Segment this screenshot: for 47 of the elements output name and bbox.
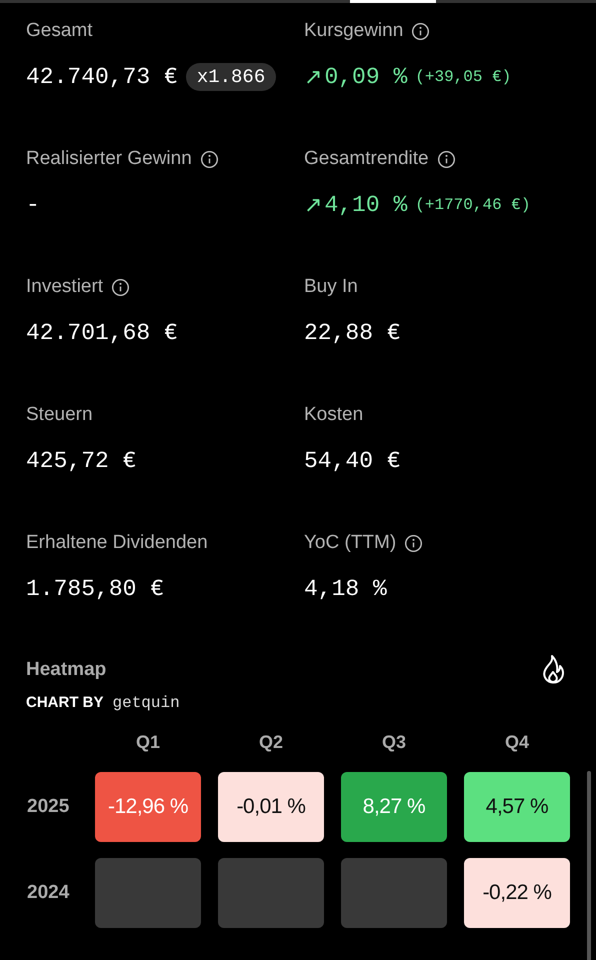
- section-title: Heatmap: [26, 659, 106, 681]
- heatmap-cell[interactable]: -0,22 %: [464, 858, 570, 928]
- heatmap-cell[interactable]: -12,96 %: [95, 772, 201, 842]
- column-header: Q4: [504, 732, 530, 754]
- multiplier-badge: x1.866: [186, 63, 276, 91]
- column-header: Q2: [258, 732, 284, 754]
- heatmap-cell[interactable]: [341, 858, 447, 928]
- heatmap-cell[interactable]: 4,57 %: [464, 772, 570, 842]
- metric-label: Realisierter Gewinn: [26, 148, 192, 170]
- heatmap-cell[interactable]: [218, 858, 324, 928]
- metric-label: Investiert: [26, 276, 104, 298]
- chart-credit-label: CHART BY: [26, 694, 104, 711]
- metric-label: Steuern: [26, 404, 93, 426]
- metric-value: 1.785,80 €: [26, 576, 164, 602]
- heatmap-cell[interactable]: -0,01 %: [218, 772, 324, 842]
- metric-value: 42.701,68 €: [26, 320, 178, 346]
- metric-label: Buy In: [304, 276, 358, 298]
- metric-label: YoC (TTM): [304, 532, 396, 554]
- column-header: Q1: [134, 732, 161, 754]
- metric-value: -: [26, 192, 40, 218]
- metric-label: Gesamt: [26, 20, 93, 42]
- metric-value: 0,09 %: [324, 64, 408, 90]
- info-icon[interactable]: [200, 150, 219, 168]
- metric-label: Kosten: [304, 404, 364, 426]
- metric-label: Kursgewinn: [304, 20, 404, 42]
- info-icon[interactable]: [436, 150, 456, 168]
- info-icon[interactable]: [411, 22, 430, 40]
- trend-arrow: ↗: [304, 64, 322, 90]
- trend-arrow: ↗: [304, 192, 322, 218]
- heatmap-cell[interactable]: [95, 858, 201, 928]
- metric-value: 42.740,73 €: [26, 64, 178, 90]
- row-header: 2025: [27, 796, 70, 818]
- metric-value: 22,88 €: [304, 320, 401, 346]
- metric-label: Erhaltene Dividenden: [26, 532, 208, 554]
- flame-icon[interactable]: [540, 654, 566, 686]
- metric-value: 4,18 %: [304, 576, 387, 602]
- metric-value: 54,40 €: [304, 448, 401, 474]
- metric-value: 425,72 €: [26, 448, 136, 474]
- metric-value: 4,10 %: [324, 192, 408, 218]
- info-icon[interactable]: [111, 278, 130, 296]
- metric-change: (+1770,46 €): [415, 196, 530, 214]
- metric-label: Gesamtrendite: [304, 148, 429, 170]
- info-icon[interactable]: [404, 534, 424, 552]
- metric-change: (+39,05 €): [415, 68, 512, 86]
- row-header: 2024: [27, 882, 70, 904]
- brand-name: getquin: [112, 694, 180, 712]
- column-header: Q3: [380, 732, 407, 754]
